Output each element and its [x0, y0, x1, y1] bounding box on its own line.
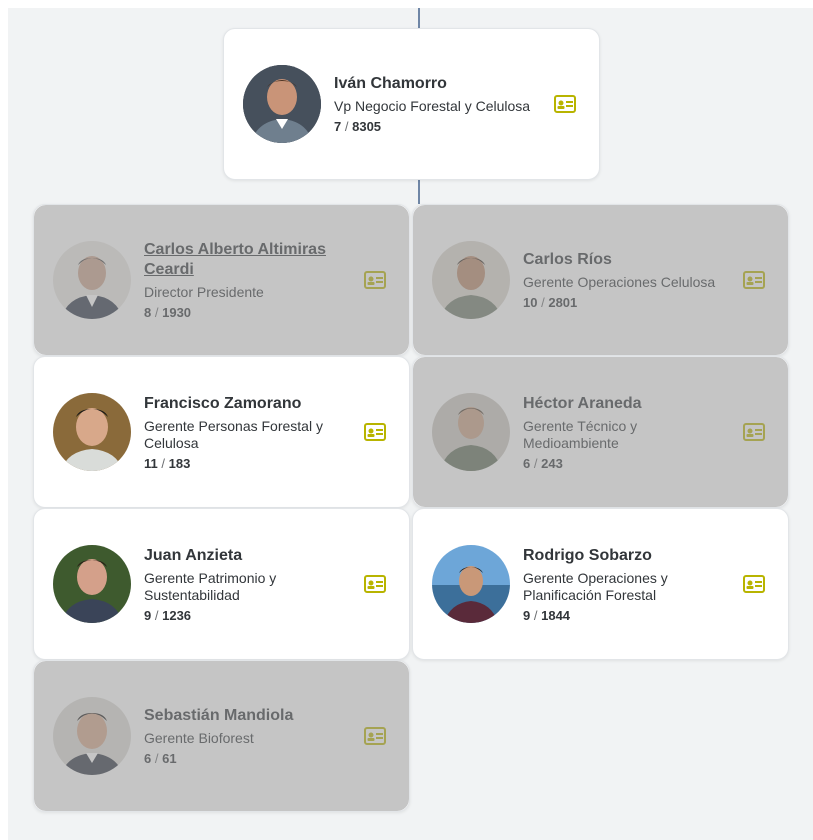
employee-card-carlos-altimiras[interactable]: Carlos Alberto Altimiras Ceardi Director… — [33, 204, 410, 356]
avatar — [432, 393, 510, 471]
employee-card-francisco-zamorano[interactable]: Francisco Zamorano Gerente Personas Fore… — [33, 356, 410, 508]
employee-name[interactable]: Sebastián Mandiola — [144, 706, 342, 726]
contact-card-icon[interactable] — [364, 727, 386, 745]
contact-card-icon[interactable] — [743, 575, 765, 593]
connector-line-top — [418, 8, 420, 28]
employee-card-juan-anzieta[interactable]: Juan Anzieta Gerente Patrimonio y Susten… — [33, 508, 410, 660]
employee-counts: 9 / 1236 — [144, 607, 192, 623]
connector-line-bottom — [418, 178, 420, 204]
avatar — [243, 65, 321, 143]
employee-title: Gerente Patrimonio y Sustentabilidad — [144, 569, 277, 603]
employee-card-rodrigo-sobarzo[interactable]: Rodrigo Sobarzo Gerente Operaciones y Pl… — [412, 508, 789, 660]
contact-card-icon[interactable] — [554, 95, 576, 113]
employee-counts: 8 / 1930 — [144, 305, 192, 320]
employee-name[interactable]: Héctor Araneda — [523, 394, 721, 414]
avatar — [53, 241, 131, 319]
employee-name[interactable]: Iván Chamorro — [334, 74, 532, 94]
avatar — [53, 697, 131, 775]
contact-card-icon[interactable] — [743, 423, 765, 441]
employee-title: Gerente Técnico y Medioambiente — [523, 417, 638, 451]
employee-title: Director Presidente — [144, 284, 264, 300]
employee-name[interactable]: Carlos Ríos — [523, 250, 721, 270]
org-chart-canvas: Iván Chamorro Vp Negocio Forestal y Celu… — [8, 8, 813, 840]
employee-title: Gerente Operaciones y Planificación Fore… — [523, 569, 668, 603]
employee-title: Gerente Bioforest — [144, 730, 254, 746]
avatar — [53, 545, 131, 623]
employee-card-sebastian-mandiola[interactable]: Sebastián Mandiola Gerente Bioforest 6 /… — [33, 660, 410, 812]
employee-title: Vp Negocio Forestal y Celulosa — [334, 98, 531, 114]
employee-counts: 9 / 1844 — [523, 607, 571, 623]
contact-card-icon[interactable] — [364, 575, 386, 593]
employee-name-link[interactable]: Carlos Alberto Altimiras Ceardi — [144, 240, 342, 280]
employee-card-carlos-rios[interactable]: Carlos Ríos Gerente Operaciones Celulosa… — [412, 204, 789, 356]
avatar — [53, 393, 131, 471]
employee-counts: 6 / 243 — [523, 455, 563, 471]
employee-counts: 7 / 8305 — [334, 119, 382, 134]
employee-name[interactable]: Juan Anzieta — [144, 546, 342, 566]
employee-title: Gerente Personas Forestal y Celulosa — [144, 417, 323, 451]
employee-card-hector-araneda[interactable]: Héctor Araneda Gerente Técnico y Medioam… — [412, 356, 789, 508]
contact-card-icon[interactable] — [364, 271, 386, 289]
employee-counts: 10 / 2801 — [523, 295, 578, 310]
employee-counts: 6 / 61 — [144, 751, 177, 766]
employee-card-ivan-chamorro[interactable]: Iván Chamorro Vp Negocio Forestal y Celu… — [223, 28, 600, 180]
employee-title: Gerente Operaciones Celulosa — [523, 274, 716, 290]
employee-name[interactable]: Francisco Zamorano — [144, 394, 342, 414]
avatar — [432, 241, 510, 319]
contact-card-icon[interactable] — [364, 423, 386, 441]
contact-card-icon[interactable] — [743, 271, 765, 289]
avatar — [432, 545, 510, 623]
employee-counts: 11 / 183 — [144, 455, 191, 471]
employee-name[interactable]: Rodrigo Sobarzo — [523, 546, 721, 566]
